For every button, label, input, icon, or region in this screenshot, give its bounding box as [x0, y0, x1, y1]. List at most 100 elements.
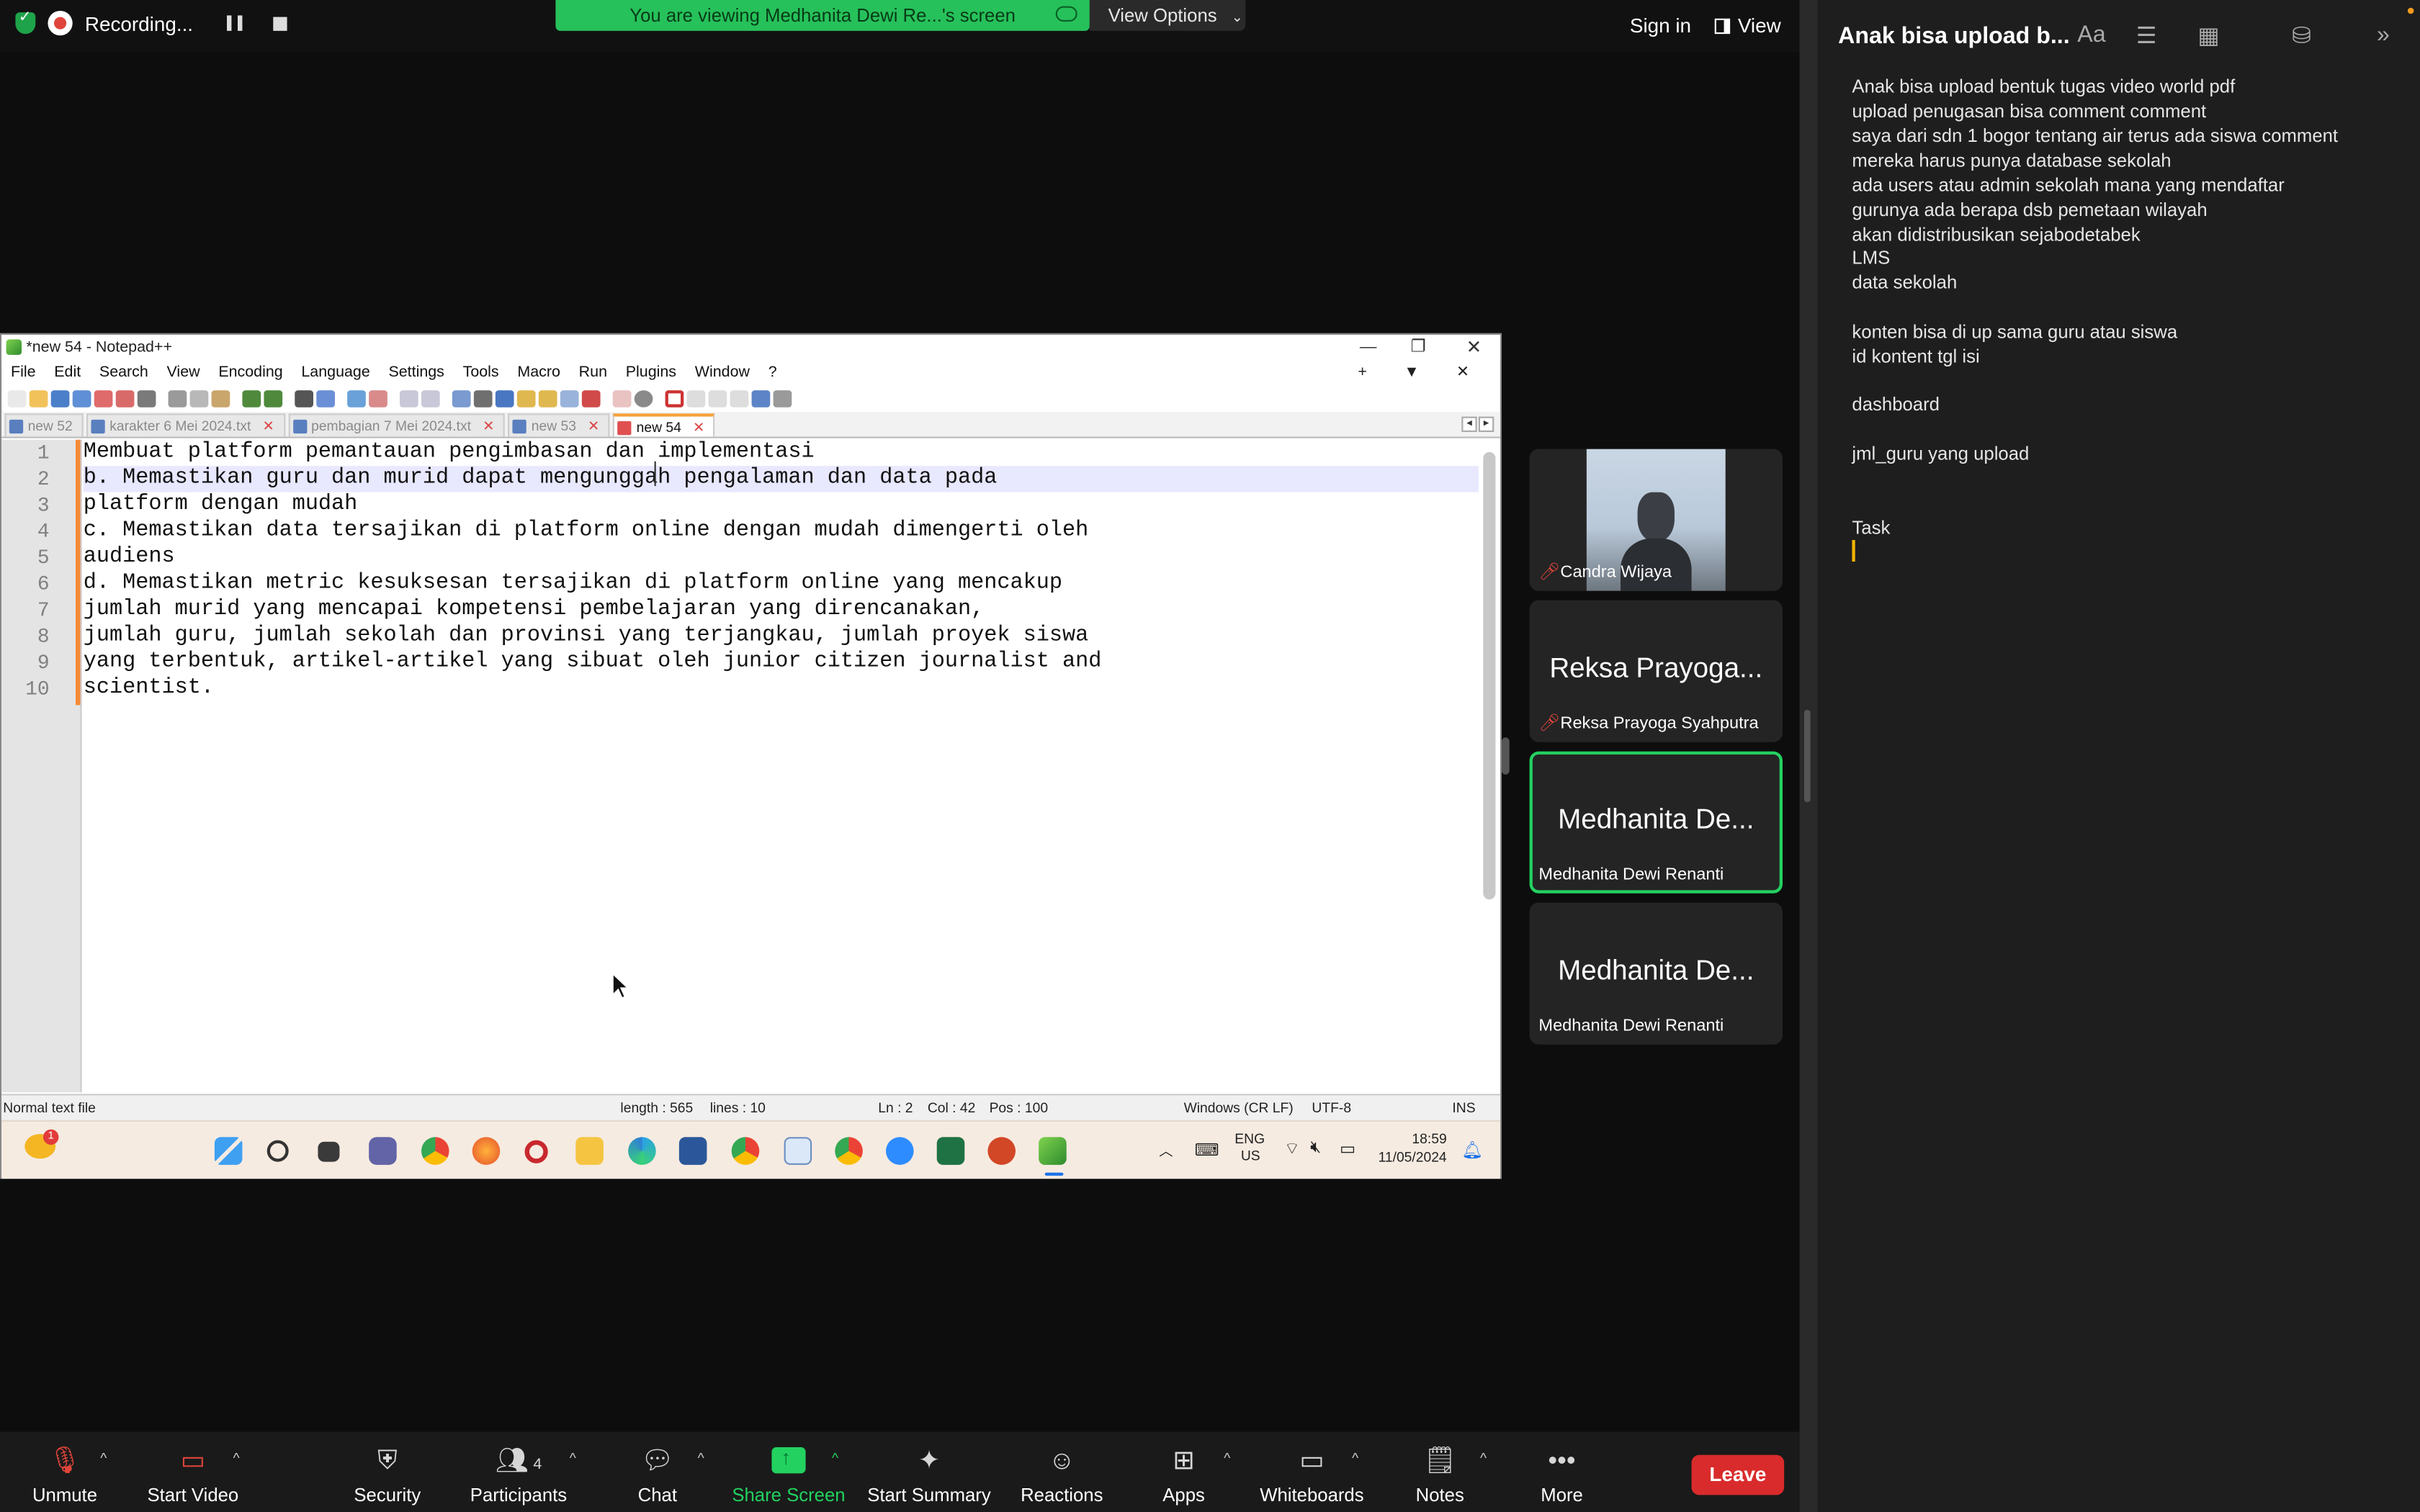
macro-icon[interactable]: [612, 390, 632, 408]
menu-language[interactable]: Language: [301, 361, 369, 385]
new-tab-icon[interactable]: +: [1358, 361, 1367, 385]
pause-recording-icon[interactable]: [227, 15, 243, 31]
contacts-icon[interactable]: [784, 1137, 812, 1165]
zoom-icon[interactable]: [886, 1137, 914, 1165]
firefox-icon[interactable]: [472, 1137, 501, 1165]
note-line[interactable]: LMS: [1852, 247, 1890, 269]
indent-guide-icon[interactable]: [495, 390, 514, 408]
powerpoint-icon[interactable]: [987, 1137, 1016, 1165]
notes-button[interactable]: 🗒︎ Notes ^: [1371, 1444, 1510, 1506]
view-button[interactable]: View: [1714, 14, 1781, 37]
menu-encoding[interactable]: Encoding: [218, 361, 282, 385]
menu-settings[interactable]: Settings: [388, 361, 444, 385]
note-line[interactable]: Task: [1852, 517, 1890, 539]
chrome-profile-icon[interactable]: [731, 1137, 760, 1165]
menu-tools[interactable]: Tools: [463, 361, 499, 385]
menu-view[interactable]: View: [167, 361, 200, 385]
checklist-icon[interactable]: ☰: [2136, 22, 2157, 49]
rect-selection-icon[interactable]: [773, 390, 792, 408]
redo-icon[interactable]: [264, 390, 283, 408]
chat-chevron-icon[interactable]: ^: [698, 1450, 704, 1465]
windows-start-icon[interactable]: [214, 1137, 243, 1165]
document-map-icon[interactable]: [516, 390, 536, 408]
file-explorer-icon[interactable]: [575, 1137, 604, 1165]
encryption-shield-icon[interactable]: [15, 9, 36, 35]
restore-icon[interactable]: ❐: [1411, 335, 1426, 361]
share-options-chevron-icon[interactable]: ^: [832, 1450, 838, 1465]
close-all-icon[interactable]: [115, 390, 135, 408]
battery-icon[interactable]: ▭: [1340, 1138, 1355, 1159]
teams-icon[interactable]: [369, 1137, 397, 1165]
close-file-icon[interactable]: [94, 390, 113, 408]
participant-tile-reksa[interactable]: Reksa Prayoga... 🎤︎ Reksa Prayoga Syahpu…: [1529, 600, 1783, 742]
note-line[interactable]: mereka harus punya database sekolah: [1852, 150, 2171, 171]
chrome-icon[interactable]: [421, 1137, 449, 1165]
close-icon[interactable]: ✕: [483, 418, 494, 433]
speaker-muted-icon[interactable]: 🔇︎: [1310, 1138, 1321, 1158]
notification-bell-icon[interactable]: 🔔︎: [1461, 1140, 1483, 1161]
minimize-icon[interactable]: —: [1360, 335, 1377, 361]
menu-edit[interactable]: Edit: [54, 361, 81, 385]
search-icon[interactable]: [266, 1140, 289, 1162]
note-line[interactable]: saya dari sdn 1 bogor tentang air terus …: [1852, 125, 2338, 147]
participant-tile-medhanita-active-speaker[interactable]: Medhanita De... Medhanita Dewi Renanti: [1529, 751, 1783, 894]
text-format-icon[interactable]: Aa: [2077, 22, 2105, 48]
zoom-in-icon[interactable]: [347, 390, 366, 408]
close-icon[interactable]: ✕: [1466, 335, 1482, 361]
show-all-characters-icon[interactable]: [473, 390, 493, 408]
word-icon[interactable]: [678, 1137, 707, 1165]
record-macro-icon[interactable]: [665, 390, 684, 408]
tab-new-54[interactable]: new 54 ✕: [613, 413, 716, 437]
input-language-bottom[interactable]: US: [1241, 1148, 1260, 1163]
close-tab-icon[interactable]: ✕: [1456, 361, 1469, 385]
unmute-button[interactable]: 🎙︎ Unmute ^: [0, 1444, 134, 1506]
monitoring-icon[interactable]: [581, 390, 601, 408]
note-line[interactable]: data sekolah: [1852, 271, 1957, 293]
audio-options-chevron-icon[interactable]: ^: [100, 1450, 107, 1465]
replace-icon[interactable]: [316, 390, 335, 408]
open-file-icon[interactable]: [29, 390, 48, 408]
note-title[interactable]: Anak bisa upload b...: [1838, 23, 2069, 49]
reactions-button[interactable]: ☺ Reactions: [992, 1444, 1131, 1506]
save-all-icon[interactable]: [72, 390, 91, 408]
notepad-plus-plus-icon[interactable]: [1039, 1137, 1067, 1165]
save-macro-icon[interactable]: [751, 390, 771, 408]
edge-icon[interactable]: [628, 1137, 656, 1165]
tab-new-52[interactable]: new 52: [4, 413, 84, 437]
menu-run[interactable]: Run: [579, 361, 607, 385]
collapse-panel-icon[interactable]: »: [2377, 22, 2390, 48]
stop-macro-icon[interactable]: [686, 390, 706, 408]
note-line[interactable]: Anak bisa upload bentuk tugas video worl…: [1852, 76, 2235, 97]
tab-karakter-6-mei[interactable]: karakter 6 Mei 2024.txt ✕: [86, 413, 285, 437]
zoom-out-icon[interactable]: [369, 390, 387, 408]
panel-divider[interactable]: [1799, 0, 1819, 1512]
security-button[interactable]: ⛨ Security: [318, 1444, 457, 1506]
close-icon[interactable]: ✕: [693, 420, 704, 435]
note-line[interactable]: akan didistribusikan sejabodetabek: [1852, 224, 2140, 246]
task-view-icon[interactable]: [318, 1141, 340, 1162]
participants-button[interactable]: 👥︎ 4 Participants ^: [449, 1444, 588, 1506]
play-macro-icon[interactable]: [708, 390, 727, 408]
function-list-icon[interactable]: [538, 390, 557, 408]
sync-vertical-icon[interactable]: [400, 390, 418, 408]
notes-chevron-icon[interactable]: ^: [1480, 1450, 1487, 1465]
chat-button[interactable]: 💬︎ Chat ^: [588, 1444, 727, 1506]
run-macro-multiple-icon[interactable]: [730, 390, 749, 408]
tab-new-53[interactable]: new 53 ✕: [508, 413, 611, 437]
app-red-icon[interactable]: [524, 1140, 548, 1164]
note-line[interactable]: upload penugasan bisa comment comment: [1852, 100, 2206, 122]
macro-record-disabled-icon[interactable]: [634, 390, 653, 408]
tab-scroll-left-icon[interactable]: ◂: [1461, 416, 1477, 432]
menu-file[interactable]: File: [11, 361, 36, 385]
participants-chevron-icon[interactable]: ^: [570, 1450, 576, 1465]
more-button[interactable]: ••• More: [1492, 1444, 1631, 1506]
note-line[interactable]: gurunya ada berapa dsb pemetaan wilayah: [1852, 199, 2207, 220]
start-summary-button[interactable]: ✦ Start Summary: [860, 1444, 999, 1506]
sync-horizontal-icon[interactable]: [421, 390, 440, 408]
copy-icon[interactable]: [189, 390, 209, 408]
folder-workspace-icon[interactable]: [560, 390, 579, 408]
close-icon[interactable]: ✕: [262, 418, 274, 433]
apps-chevron-icon[interactable]: ^: [1224, 1450, 1230, 1465]
menu-macro[interactable]: Macro: [517, 361, 560, 385]
vertical-scrollbar[interactable]: [1483, 451, 1496, 900]
